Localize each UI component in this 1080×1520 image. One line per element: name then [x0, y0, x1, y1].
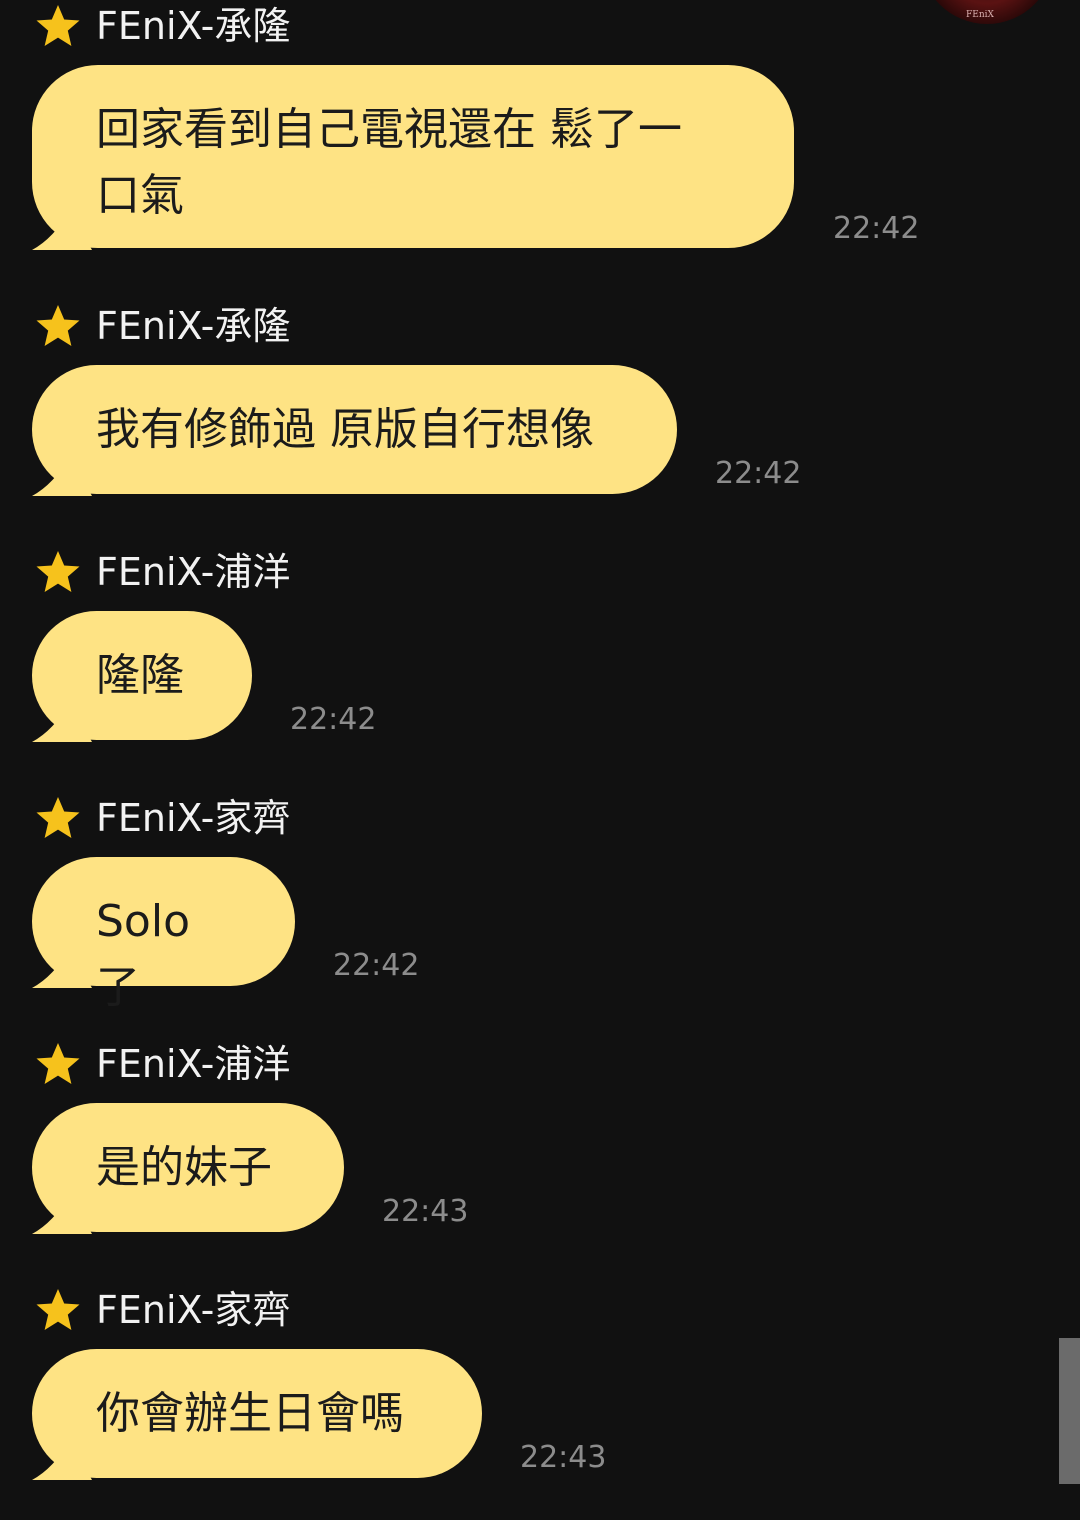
avatar-mark: FEniX	[966, 10, 994, 20]
bubble-tail	[32, 702, 92, 742]
sender-row[interactable]: FEniX-浦洋	[34, 1038, 290, 1090]
star-icon	[36, 797, 80, 838]
star-icon	[36, 5, 80, 46]
message-text: 我有修飾過 原版自行想像	[96, 404, 594, 455]
sender-row[interactable]: FEniX-家齊	[34, 1284, 290, 1336]
sender-name: FEniX-承隆	[96, 4, 291, 48]
chat-message-list[interactable]: FEniX FEniX-承隆 回家看到自己電視還在 鬆了一 口氣 22:42 F…	[0, 0, 1058, 1520]
star-icon	[36, 1043, 80, 1084]
message-text: 你會辦生日會嗎	[96, 1388, 404, 1439]
message-bubble[interactable]: 你會辦生日會嗎	[32, 1349, 482, 1480]
message-bubble[interactable]: 是的妹子	[32, 1103, 344, 1234]
bubble-tail	[32, 1194, 92, 1234]
message-bubble[interactable]: 我有修飾過 原版自行想像	[32, 365, 677, 496]
message-timestamp: 22:42	[715, 456, 802, 491]
star-icon	[36, 551, 80, 592]
sender-name: FEniX-家齊	[96, 1288, 291, 1332]
message-text: 回家看到自己電視還在 鬆了一 口氣	[96, 104, 682, 221]
message-text: 是的妹子	[96, 1142, 272, 1193]
sender-name: FEniX-浦洋	[96, 550, 291, 594]
star-icon	[36, 1289, 80, 1330]
sender-row[interactable]: FEniX-承隆	[34, 300, 290, 352]
message-timestamp: 22:43	[520, 1440, 607, 1475]
message-timestamp: 22:42	[290, 702, 377, 737]
scrollbar-track[interactable]	[1058, 0, 1080, 1520]
scrollbar-thumb[interactable]	[1059, 1338, 1080, 1484]
message-bubble[interactable]: 回家看到自己電視還在 鬆了一 口氣	[32, 65, 794, 250]
message-timestamp: 22:43	[382, 1194, 469, 1229]
bubble-tail	[32, 1440, 92, 1480]
bubble-tail	[32, 456, 92, 496]
sender-name: FEniX-家齊	[96, 796, 291, 840]
message-bubble[interactable]: 隆隆	[32, 611, 252, 742]
sender-row[interactable]: FEniX-浦洋	[34, 546, 290, 598]
sender-row[interactable]: FEniX-家齊	[34, 792, 290, 844]
sender-row[interactable]: FEniX-承隆	[34, 0, 290, 52]
message-text: 隆隆	[96, 650, 184, 701]
message-timestamp: 22:42	[333, 948, 420, 983]
sender-name: FEniX-承隆	[96, 304, 291, 348]
message-bubble[interactable]: Solo了	[32, 857, 295, 1013]
bubble-tail	[32, 948, 92, 988]
star-icon	[36, 305, 80, 346]
sender-name: FEniX-浦洋	[96, 1042, 291, 1086]
bubble-tail	[32, 210, 92, 250]
avatar[interactable]: FEniX	[920, 0, 1054, 24]
message-timestamp: 22:42	[833, 211, 920, 246]
message-text: Solo了	[96, 896, 190, 1013]
